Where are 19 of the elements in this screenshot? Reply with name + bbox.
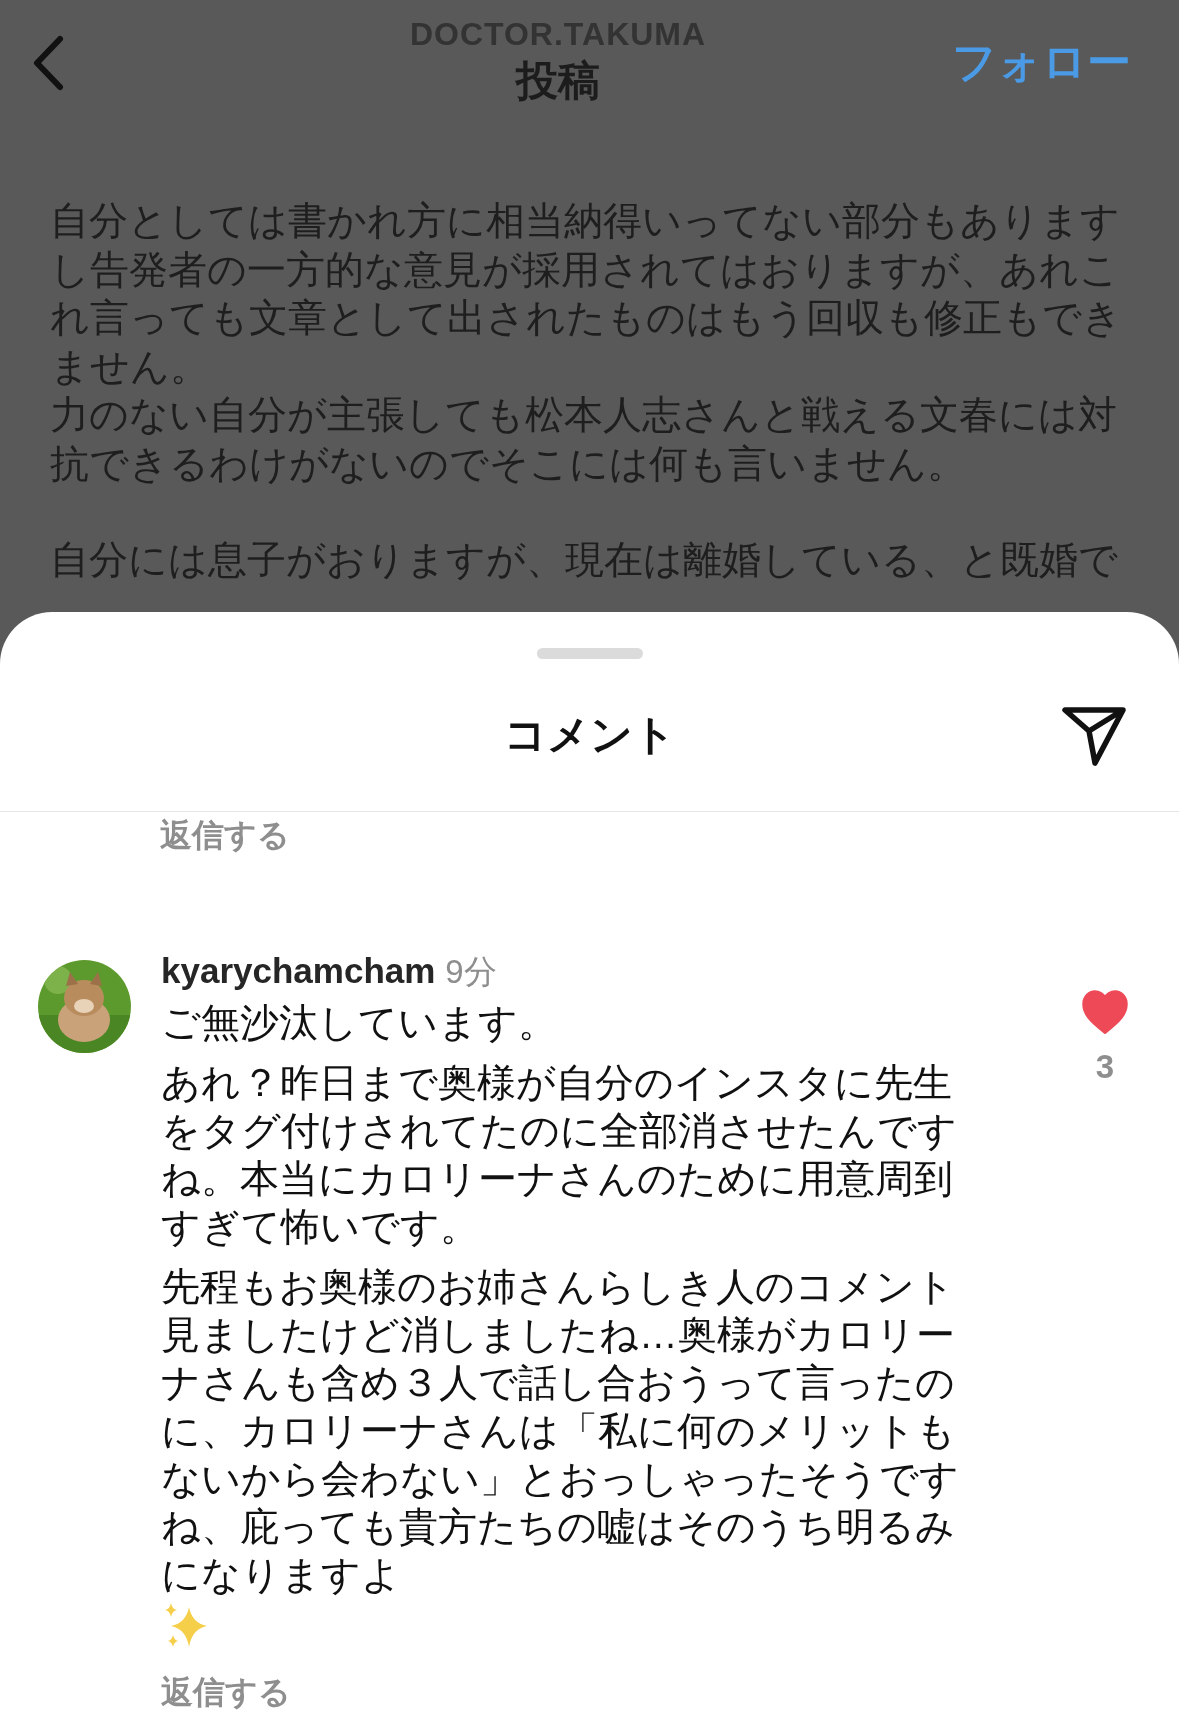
reply-link[interactable]: 返信する <box>160 814 290 858</box>
comment-text: ご無沙汰しています。 <box>161 1000 558 1046</box>
post-paragraph: 自分としては書かれ方に相当納得いってない部分もありますし告発者の一方的な意見が採用されてはおりますが、あれこれ言っても文章として出されたものはもう回収も修正もできません。 <box>50 198 1123 390</box>
comment-time: 9分 <box>445 952 497 992</box>
like-count: 3 <box>1095 1048 1115 1086</box>
follow-button[interactable]: フォロー <box>952 33 1131 92</box>
comment-text: 先程もお奥様のお姉さんらしき人のコメント見ましたけど消しましたね…奥様がカロリーナさんも含め３人で話し合おうって言ったのに、カロリーナさんは「私に何のメリットもないから会わない」とおっしゃったそうですね、庇っても貴方たちの嘘はそのうち明るみになりますよ <box>161 1264 960 1598</box>
post-paragraph: 力のない自分が主張しても松本人志さんと戦える文春には対抗できるわけがないのでそこには何も言いません。 <box>50 392 1118 487</box>
sheet-title: コメント <box>503 710 676 760</box>
share-button[interactable] <box>1061 705 1127 767</box>
username[interactable]: kyarychamcham <box>161 951 436 991</box>
heart-icon[interactable] <box>1081 990 1129 1034</box>
comment-text: あれ？昨日まで奥様が自分のインスタに先生をタグ付けされてたのに全部消させたんですね。本当にカロリーナさんのために用意周到すぎて怖いです。 <box>161 1060 958 1250</box>
back-icon <box>32 34 64 91</box>
send-icon <box>1061 705 1127 767</box>
post-paragraph: 自分には息子がおりますが、現在は離婚している、と既婚で <box>50 537 1119 583</box>
reply-link[interactable]: 返信する <box>161 1671 291 1715</box>
page-title: 投稿 <box>516 56 600 106</box>
sheet-handle[interactable] <box>536 648 643 659</box>
